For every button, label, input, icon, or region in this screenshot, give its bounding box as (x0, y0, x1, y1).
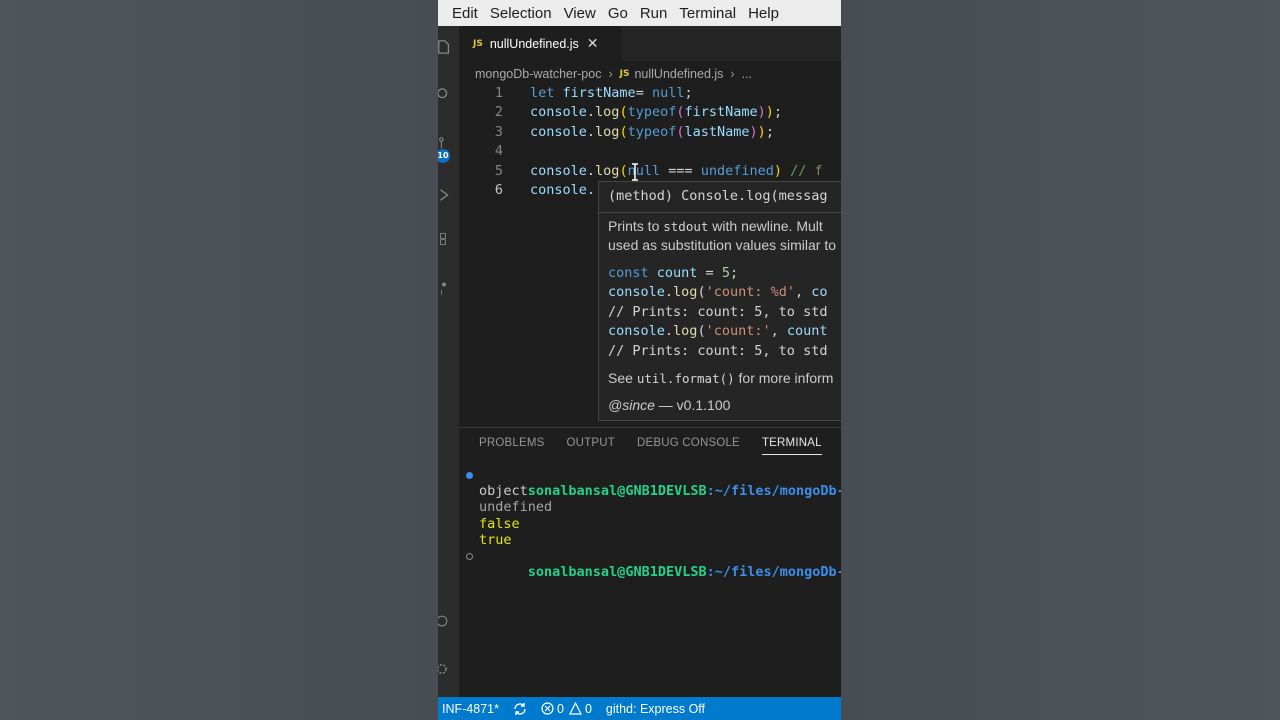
menu-selection[interactable]: Selection (484, 5, 558, 22)
breadcrumb-more[interactable]: ... (742, 67, 752, 81)
code-line-1[interactable]: let firstName= null; (530, 85, 693, 101)
line-number: 5 (494, 163, 503, 179)
left-backdrop (0, 0, 438, 720)
status-branch[interactable]: INF-4871* (442, 702, 499, 716)
terminal-output-line: false (479, 516, 520, 532)
vscode-window: Edit Selection View Go Run Terminal Help… (438, 0, 841, 720)
breadcrumb-file[interactable]: nullUndefined.js (634, 67, 723, 81)
tab-output[interactable]: OUTPUT (567, 437, 615, 455)
status-extension[interactable]: githd: Express Off (606, 702, 705, 716)
command-success-dot-icon (466, 472, 473, 479)
sync-icon[interactable] (513, 702, 527, 716)
extensions-icon[interactable] (438, 232, 450, 246)
code-line-5[interactable]: console.log(null === undefined) // f (530, 163, 823, 179)
chevron-right-icon: › (608, 67, 613, 81)
code-line-3[interactable]: console.log(typeof(lastName)); (530, 124, 774, 140)
run-debug-icon[interactable] (438, 188, 450, 202)
terminal-prompt-line[interactable]: sonalbansal@GNB1DEVLSB:~/files/mongoDb-w… (479, 548, 841, 596)
account-icon[interactable] (438, 614, 450, 628)
tab-label: nullUndefined.js (489, 36, 579, 51)
command-pending-dot-icon (466, 553, 473, 560)
menu-bar: Edit Selection View Go Run Terminal Help (438, 0, 841, 26)
menu-run[interactable]: Run (634, 5, 674, 22)
terminal-output-line: object (479, 483, 528, 499)
code-line-2[interactable]: console.log(typeof(firstName)); (530, 104, 782, 120)
breadcrumb: mongoDb-watcher-poc › JS nullUndefined.j… (475, 65, 752, 83)
javascript-file-icon: JS (619, 69, 630, 79)
terminal-output-line: true (479, 532, 512, 548)
menu-go[interactable]: Go (602, 5, 634, 22)
tab-nullundefined-js[interactable]: JS nullUndefined.js ✕ (459, 26, 622, 61)
settings-gear-icon[interactable] (438, 662, 450, 676)
hover-code-line-5: // Prints: count: 5, to std (608, 343, 828, 359)
error-icon (541, 702, 554, 715)
right-backdrop (841, 0, 1280, 720)
chevron-right-icon: › (730, 67, 735, 81)
code-editor[interactable]: 1 2 3 4 5 6 let firstName= null; console… (459, 83, 841, 426)
search-icon[interactable] (438, 88, 450, 102)
hover-description-line-1: Prints to stdout with newline. Mult (608, 218, 823, 234)
text-cursor-icon (632, 163, 638, 181)
hover-since: @since — v0.1.100 (608, 397, 731, 413)
breadcrumb-folder[interactable]: mongoDb-watcher-poc (475, 67, 601, 81)
bottom-panel: PROBLEMS OUTPUT DEBUG CONSOLE TERMINAL s… (459, 427, 841, 698)
line-number: 6 (494, 182, 503, 198)
source-control-badge: 10 (438, 149, 450, 163)
tab-problems[interactable]: PROBLEMS (479, 437, 545, 455)
terminal-output-line: undefined (479, 499, 553, 515)
hover-description-line-2: used as substitution values similar to (608, 237, 836, 253)
hover-code-line-1: const count = 5; (608, 265, 739, 281)
menu-view[interactable]: View (558, 5, 602, 22)
hover-divider (599, 212, 841, 213)
warning-count: 0 (584, 701, 592, 716)
hover-code-line-4: console.log('count:', count (608, 323, 828, 339)
hover-code-line-3: // Prints: count: 5, to std (608, 304, 828, 320)
line-number: 2 (494, 104, 503, 120)
line-number: 3 (494, 124, 503, 140)
status-bar: INF-4871* 0 0 githd: Express Off (438, 697, 841, 720)
hover-signature: (method) Console.log(messag (608, 188, 828, 204)
menu-terminal[interactable]: Terminal (673, 5, 742, 22)
status-problems[interactable]: 0 0 (541, 702, 592, 716)
line-number: 1 (494, 85, 503, 101)
hover-see-also: See util.format() for more inform (608, 370, 834, 386)
editor-tab-bar: JS nullUndefined.js ✕ (459, 26, 841, 61)
source-graph-icon[interactable] (438, 282, 450, 296)
activity-bar: 10 (438, 26, 459, 697)
error-count: 0 (556, 701, 564, 716)
source-control-icon[interactable] (438, 136, 450, 150)
warning-icon (568, 702, 582, 715)
hover-tooltip: (method) Console.log(messag Prints to st… (598, 181, 841, 421)
menu-edit[interactable]: Edit (438, 5, 484, 22)
tab-debug-console[interactable]: DEBUG CONSOLE (637, 437, 740, 455)
menu-help[interactable]: Help (742, 5, 785, 22)
tab-terminal[interactable]: TERMINAL (761, 437, 822, 455)
javascript-file-icon: JS (473, 38, 483, 49)
close-icon[interactable]: ✕ (587, 35, 599, 52)
line-number: 4 (494, 143, 503, 159)
hover-code-line-2: console.log('count: %d', co (608, 284, 828, 300)
panel-tabs: PROBLEMS OUTPUT DEBUG CONSOLE TERMINAL (479, 437, 841, 455)
explorer-icon[interactable] (438, 40, 450, 54)
code-line-6[interactable]: console. (530, 182, 595, 198)
